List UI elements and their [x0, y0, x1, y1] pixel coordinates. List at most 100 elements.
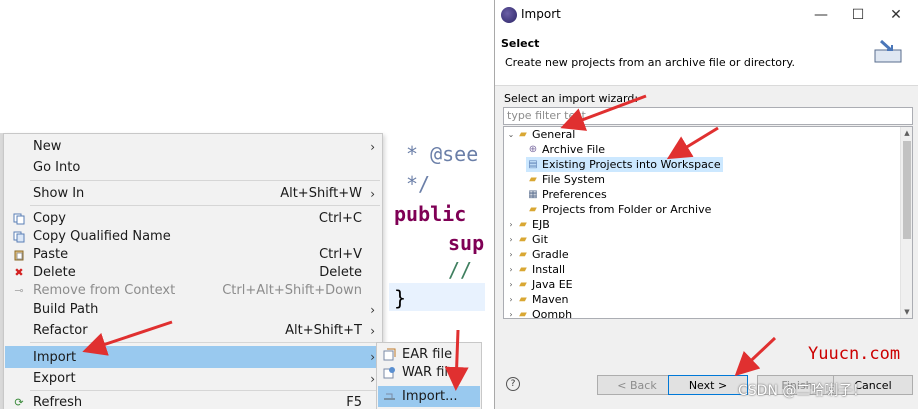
expand-icon[interactable]: › — [506, 280, 516, 289]
tree-node-maven[interactable]: › ▰ Maven — [506, 292, 568, 307]
expand-icon[interactable]: › — [506, 250, 516, 259]
folder-icon: ▰ — [519, 264, 527, 275]
tree-node-label: Git — [532, 233, 548, 246]
tree-node-label: Projects from Folder or Archive — [542, 203, 712, 216]
tree-node-label: Archive File — [542, 143, 606, 156]
menu-item-refresh[interactable]: ⟳ Refresh F5 — [5, 393, 381, 409]
submenu-item-ear-file[interactable]: EAR file — [378, 345, 480, 364]
wizard-page-title: Select — [501, 37, 540, 50]
back-button[interactable]: < Back — [597, 375, 677, 395]
import-submenu: EAR file WAR file Import... — [376, 342, 482, 409]
menu-item-label: Refactor — [33, 323, 88, 338]
tree-node-ejb[interactable]: › ▰ EJB — [506, 217, 549, 232]
menu-item-refactor[interactable]: Refactor Alt+Shift+T › — [5, 321, 381, 340]
tree-node-label: File System — [542, 173, 605, 186]
tree-node-existing-projects[interactable]: ▤ Existing Projects into Workspace — [526, 157, 723, 172]
tree-node-java-ee[interactable]: › ▰ Java EE — [506, 277, 573, 292]
tree-node-gradle[interactable]: › ▰ Gradle — [506, 247, 568, 262]
tree-node-install[interactable]: › ▰ Install — [506, 262, 565, 277]
scrollbar-thumb[interactable] — [903, 141, 911, 239]
tree-node-projects-from-folder[interactable]: ▰ Projects from Folder or Archive — [526, 202, 711, 217]
filter-input[interactable]: type filter text — [503, 107, 913, 125]
menu-item-remove-from-context[interactable]: ⊸ Remove from Context Ctrl+Alt+Shift+Dow… — [5, 281, 381, 300]
tree-node-file-system[interactable]: ▰ File System — [526, 172, 605, 187]
wizard-tree: ⌄ ▰ General ⊕ Archive File ▤ Existing Pr… — [503, 126, 913, 319]
submenu-item-label: Import... — [402, 389, 458, 404]
paste-icon — [12, 248, 26, 262]
close-icon[interactable]: ✕ — [879, 3, 913, 27]
remove-context-icon: ⊸ — [14, 284, 24, 297]
preferences-icon: ▦ — [528, 189, 538, 200]
menu-item-paste[interactable]: Paste Ctrl+V — [5, 245, 381, 264]
tree-node-archive-file[interactable]: ⊕ Archive File — [526, 142, 605, 157]
code-editor[interactable]: * @see */ public sup // } — [384, 130, 486, 344]
folder-icon: ▰ — [529, 204, 537, 215]
help-icon[interactable]: ? — [506, 377, 520, 391]
tree-node-label: Java EE — [532, 278, 573, 291]
expand-icon[interactable]: › — [506, 310, 516, 318]
menu-separator — [30, 180, 380, 181]
menu-item-label: Export — [33, 371, 76, 386]
submenu-item-import[interactable]: Import... — [378, 386, 480, 407]
submenu-item-war-file[interactable]: WAR file — [378, 363, 480, 382]
submenu-arrow-icon: › — [370, 323, 375, 338]
menu-separator — [30, 390, 380, 391]
submenu-arrow-icon: › — [370, 350, 375, 364]
scroll-up-icon[interactable]: ▲ — [901, 127, 912, 139]
collapse-icon[interactable]: ⌄ — [506, 130, 516, 139]
menu-item-label: Go Into — [33, 160, 81, 175]
menu-item-label: Build Path — [33, 302, 99, 317]
wizard-list-label: Select an import wizard: — [504, 92, 639, 105]
delete-icon: ✖ — [14, 266, 24, 279]
tree-node-general[interactable]: ⌄ ▰ General — [506, 127, 576, 142]
tree-scrollbar[interactable]: ▲ ▼ — [900, 127, 912, 318]
menu-shortcut: Alt+Shift+T — [285, 323, 362, 338]
menu-item-label: Remove from Context — [33, 283, 176, 298]
menu-shortcut: Ctrl+Alt+Shift+Down — [222, 283, 362, 298]
menu-item-import[interactable]: Import › — [5, 346, 381, 368]
minimize-icon[interactable]: — — [804, 3, 838, 27]
next-button[interactable]: Next > — [668, 375, 748, 395]
tree-node-preferences[interactable]: ▦ Preferences — [526, 187, 607, 202]
csdn-watermark: CSDN @二哈喇子！ — [738, 383, 867, 399]
submenu-arrow-icon: › — [370, 186, 375, 201]
expand-icon[interactable]: › — [506, 235, 516, 244]
expand-icon[interactable]: › — [506, 295, 516, 304]
folder-icon: ▰ — [519, 234, 527, 245]
menu-item-delete[interactable]: ✖ Delete Delete — [5, 263, 381, 282]
ear-file-icon — [382, 348, 396, 362]
projects-icon: ▤ — [528, 159, 538, 170]
eclipse-icon — [501, 7, 517, 23]
submenu-arrow-icon: › — [370, 139, 375, 154]
tree-node-label: Install — [532, 263, 566, 276]
maximize-icon[interactable]: ☐ — [841, 3, 875, 27]
menu-item-show-in[interactable]: Show In Alt+Shift+W › — [5, 184, 381, 203]
code-line-super: sup — [448, 231, 485, 255]
menu-item-build-path[interactable]: Build Path › — [5, 300, 381, 319]
menu-item-new[interactable]: New › — [5, 137, 381, 156]
menu-item-copy[interactable]: Copy Ctrl+C — [5, 209, 381, 228]
tree-node-oomph[interactable]: › ▰ Oomph — [506, 307, 572, 319]
folder-icon: ▰ — [519, 294, 527, 305]
menu-item-export[interactable]: Export › — [5, 369, 381, 388]
menu-item-go-into[interactable]: Go Into — [5, 158, 381, 177]
folder-icon: ▰ — [529, 174, 537, 185]
menu-item-copy-qualified-name[interactable]: Copy Qualified Name — [5, 227, 381, 246]
menu-item-label: Delete — [33, 265, 76, 280]
tree-node-label: Preferences — [542, 188, 607, 201]
code-line-comment-end: */ — [406, 172, 431, 196]
code-line-comment: // — [448, 258, 473, 282]
tree-node-label: Existing Projects into Workspace — [542, 158, 721, 171]
expand-icon[interactable]: › — [506, 220, 516, 229]
menu-item-label: Refresh — [33, 395, 83, 409]
folder-icon: ▰ — [519, 309, 527, 319]
import-icon — [382, 390, 396, 404]
wizard-header: Select Create new projects from an archi… — [495, 30, 918, 86]
expand-icon[interactable]: › — [506, 265, 516, 274]
scroll-down-icon[interactable]: ▼ — [901, 306, 912, 318]
copy-qualified-icon — [12, 230, 26, 244]
submenu-item-label: WAR file — [402, 365, 456, 380]
tree-node-git[interactable]: › ▰ Git — [506, 232, 548, 247]
tree-node-label: Maven — [532, 293, 569, 306]
folder-open-icon: ▰ — [519, 129, 527, 140]
